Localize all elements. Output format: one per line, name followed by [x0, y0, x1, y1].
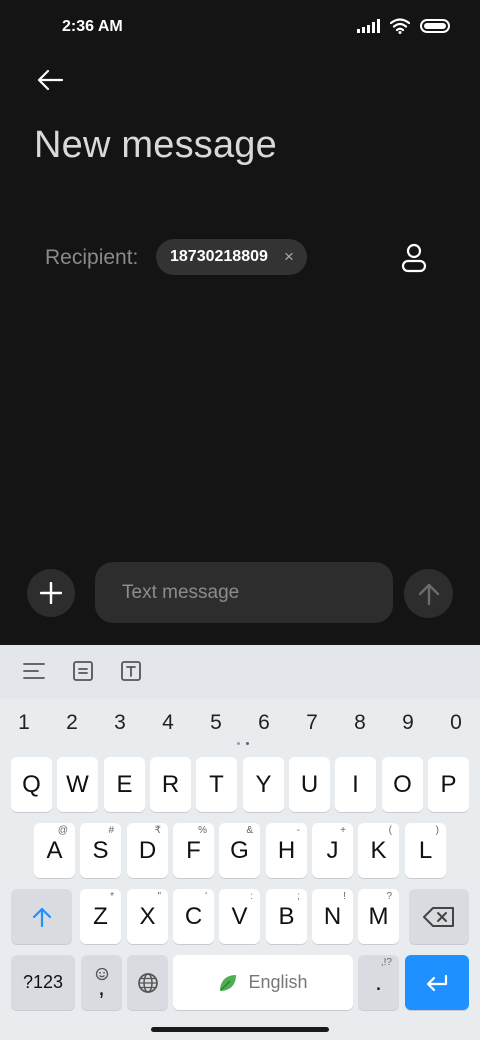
- space-key-label: English: [248, 972, 308, 992]
- arrow-up-icon: [418, 583, 439, 605]
- plus-icon: [40, 582, 62, 604]
- page-title: New message: [34, 124, 277, 166]
- key-9[interactable]: 9: [388, 707, 428, 739]
- key-m[interactable]: ? M: [358, 889, 399, 944]
- key-u[interactable]: U: [289, 757, 330, 812]
- recipient-chip[interactable]: 18730218809 ×: [156, 239, 307, 275]
- keyboard-toolbar: [0, 645, 480, 699]
- key-x[interactable]: " X: [127, 889, 168, 944]
- key-y[interactable]: Y: [243, 757, 284, 812]
- recipient-label: Recipient:: [45, 246, 139, 269]
- shift-arrow-icon: [32, 907, 51, 927]
- key-z[interactable]: * Z: [80, 889, 121, 944]
- close-icon[interactable]: ×: [280, 247, 298, 266]
- leaf-icon: [220, 974, 237, 991]
- wifi-icon: [390, 18, 410, 34]
- status-time: 2:36 AM: [62, 18, 123, 35]
- arrow-left-icon: [37, 69, 64, 91]
- send-button[interactable]: [404, 569, 453, 618]
- key-d[interactable]: ₹ D: [127, 823, 168, 878]
- space-key[interactable]: English: [173, 955, 353, 1010]
- key-g[interactable]: & G: [219, 823, 260, 878]
- key-t[interactable]: T: [196, 757, 237, 812]
- number-row: 1 2 3 4 5 6 7 8 9 0: [0, 707, 480, 739]
- attach-button[interactable]: [27, 569, 75, 617]
- backspace-key[interactable]: [409, 889, 469, 944]
- text-format-icon[interactable]: [118, 658, 144, 684]
- home-indicator[interactable]: [151, 1027, 329, 1032]
- key-2[interactable]: 2: [52, 707, 92, 739]
- key-o[interactable]: O: [382, 757, 423, 812]
- recipient-chip-number: 18730218809: [170, 248, 268, 265]
- enter-icon: [426, 974, 448, 991]
- key-f[interactable]: % F: [173, 823, 214, 878]
- key-c[interactable]: ' C: [173, 889, 214, 944]
- menu-lines-icon[interactable]: [21, 658, 47, 684]
- key-q[interactable]: Q: [11, 757, 52, 812]
- globe-icon: [137, 972, 158, 993]
- status-icons: [357, 18, 450, 34]
- battery-icon: [420, 19, 450, 33]
- signal-icon: [357, 19, 380, 33]
- enter-key[interactable]: [405, 955, 469, 1010]
- key-v[interactable]: :V: [219, 889, 260, 944]
- key-h[interactable]: -H: [266, 823, 307, 878]
- key-8[interactable]: 8: [340, 707, 380, 739]
- emoji-comma-key[interactable]: ,: [81, 955, 122, 1010]
- key-i[interactable]: I: [335, 757, 376, 812]
- key-k[interactable]: (K: [358, 823, 399, 878]
- key-7[interactable]: 7: [292, 707, 332, 739]
- key-6[interactable]: 6: [244, 707, 284, 739]
- key-4[interactable]: 4: [148, 707, 188, 739]
- key-3[interactable]: 3: [100, 707, 140, 739]
- message-input[interactable]: [95, 562, 393, 623]
- key-n[interactable]: ! N: [312, 889, 353, 944]
- backspace-icon: [423, 906, 454, 927]
- shift-key[interactable]: [11, 889, 72, 944]
- key-r[interactable]: R: [150, 757, 191, 812]
- key-w[interactable]: W: [57, 757, 98, 812]
- key-0[interactable]: 0: [436, 707, 476, 739]
- symbols-key[interactable]: ?123: [11, 955, 75, 1010]
- pick-contact-button[interactable]: [396, 240, 432, 276]
- key-a[interactable]: @ A: [34, 823, 75, 878]
- period-key[interactable]: ,!?.: [358, 955, 399, 1010]
- language-key[interactable]: [127, 955, 168, 1010]
- clipboard-icon[interactable]: [70, 658, 96, 684]
- key-l[interactable]: ) L: [405, 823, 446, 878]
- status-bar: 2:36 AM: [0, 0, 480, 56]
- person-icon: [401, 243, 427, 273]
- keyboard: 1 2 3 4 5 6 7 8 9 0 Q W E R T Y U I O P …: [0, 645, 480, 1040]
- key-s[interactable]: # S: [80, 823, 121, 878]
- back-button[interactable]: [30, 62, 70, 98]
- key-1[interactable]: 1: [4, 707, 44, 739]
- key-b[interactable]: ; B: [266, 889, 307, 944]
- key-5[interactable]: 5: [196, 707, 236, 739]
- key-p[interactable]: P: [428, 757, 469, 812]
- keyboard-page-indicator: [237, 742, 249, 745]
- key-e[interactable]: E: [104, 757, 145, 812]
- key-j[interactable]: + J: [312, 823, 353, 878]
